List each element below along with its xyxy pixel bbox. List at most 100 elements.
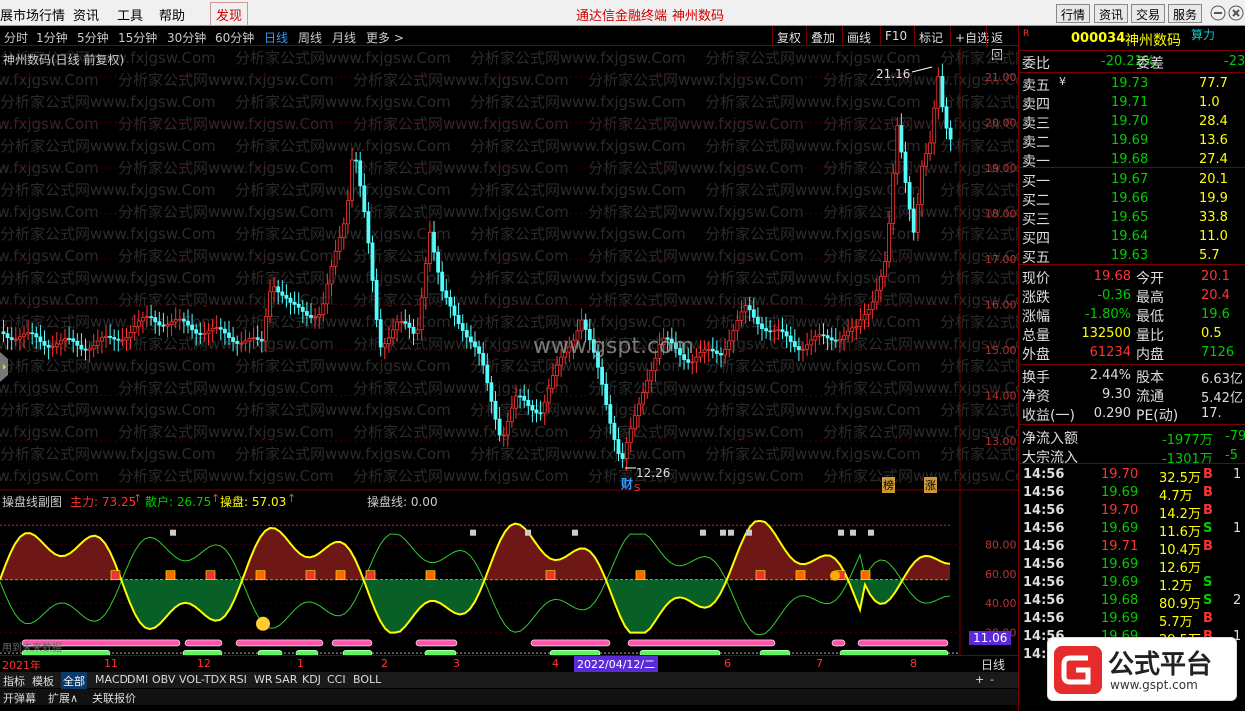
- date-month: 6: [724, 657, 731, 670]
- candle-body: [579, 319, 584, 332]
- draw-line-button[interactable]: 画线: [842, 26, 875, 46]
- restore-rights-button[interactable]: 复权: [772, 26, 805, 46]
- ask-price: 19.73: [1111, 76, 1149, 91]
- bang-marker[interactable]: 榜: [882, 477, 895, 493]
- candle-body: [788, 335, 793, 342]
- kline-chart[interactable]: 分析家公式网www.fxjgsw.Com 分析家公式网www.fxjgsw.Com…: [0, 47, 1018, 655]
- zoom-out-icon[interactable]: -: [990, 673, 994, 686]
- period-daily[interactable]: 日线: [264, 29, 288, 46]
- chart-area[interactable]: 分析家公式网www.fxjgsw.Com 分析家公式网www.fxjgsw.Com…: [0, 47, 1018, 655]
- date-month: 1: [297, 657, 304, 670]
- tab-cci[interactable]: CCI: [327, 673, 346, 686]
- menu-help[interactable]: 帮助: [159, 5, 185, 24]
- quote-value: 5.42亿: [1201, 391, 1243, 406]
- quote-label: PE(动): [1136, 408, 1179, 424]
- finance-marker[interactable]: 财: [621, 475, 633, 492]
- collapse-handle-icon[interactable]: [0, 347, 10, 387]
- bid-level-label: 买二: [1022, 193, 1050, 209]
- candle-body: [924, 153, 928, 167]
- menu-discover[interactable]: 发现: [210, 2, 249, 27]
- tab-obv[interactable]: OBV: [152, 673, 175, 686]
- zoom-in-icon[interactable]: +: [975, 673, 984, 686]
- tab-dmi[interactable]: DMI: [127, 673, 148, 686]
- signal-square: [700, 529, 706, 536]
- tick-price: 19.71: [1101, 539, 1139, 554]
- back-button[interactable]: 返回: [986, 26, 1018, 62]
- tab-sar[interactable]: SAR: [275, 673, 297, 686]
- bid-price: 19.63: [1111, 248, 1149, 263]
- price-axis-label: 17.00: [985, 253, 1017, 266]
- candle-body: [452, 305, 457, 316]
- period-1min[interactable]: 1分钟: [36, 29, 68, 46]
- tab-macd[interactable]: MACD: [95, 673, 128, 686]
- price-axis-label: 15.00: [985, 344, 1017, 357]
- menu-market[interactable]: 展市场行情: [0, 5, 65, 24]
- watermark-text: 分析家公式网www.fxjgsw.Com: [353, 203, 569, 221]
- date-axis: 2021年 11 12 1 2 3 2022/04/12/二 6 7 8 日线 …: [0, 655, 1018, 672]
- period-60min[interactable]: 60分钟: [215, 29, 254, 46]
- candle-body: [551, 375, 555, 389]
- quote-value: 19.6: [1201, 307, 1230, 322]
- quote-label: 净资: [1022, 389, 1050, 405]
- candle-body: [784, 331, 789, 337]
- nav-news-button[interactable]: 资讯: [1094, 4, 1129, 23]
- tab-boll[interactable]: BOLL: [353, 673, 381, 686]
- candle-body: [505, 421, 510, 436]
- close-icon[interactable]: [1228, 5, 1244, 21]
- tab-wr[interactable]: WR: [254, 673, 273, 686]
- candle-body: [932, 107, 937, 144]
- period-monthly[interactable]: 月线: [332, 29, 356, 46]
- candle-body: [54, 343, 59, 347]
- minimize-icon[interactable]: [1210, 5, 1226, 21]
- danmaku-button[interactable]: 开弹幕: [3, 690, 36, 706]
- candle-body: [854, 326, 859, 329]
- period-weekly[interactable]: 周线: [298, 29, 322, 46]
- tab-rsi[interactable]: RSI: [229, 673, 247, 686]
- nav-quotes-button[interactable]: 行情: [1056, 4, 1091, 23]
- nav-trade-button[interactable]: 交易: [1131, 4, 1166, 23]
- date-month: 8: [910, 657, 917, 670]
- period-30min[interactable]: 30分钟: [167, 29, 206, 46]
- indicator-name[interactable]: 操盘线副图: [2, 493, 62, 510]
- tick-volume: 11.6万: [1159, 525, 1201, 540]
- tab-template[interactable]: 模板: [32, 673, 54, 689]
- tab-kdj[interactable]: KDJ: [302, 673, 321, 686]
- candle-body: [13, 338, 18, 341]
- pink-bar: [857, 639, 949, 647]
- period-15min[interactable]: 15分钟: [118, 29, 157, 46]
- related-quote-button[interactable]: 关联报价: [92, 690, 136, 706]
- candle-body: [764, 328, 768, 332]
- tab-all[interactable]: 全部: [61, 672, 87, 690]
- tick-count: 1: [1233, 467, 1242, 482]
- tab-indicator[interactable]: 指标: [3, 673, 25, 689]
- tab-vol-tdx[interactable]: VOL-TDX: [179, 673, 227, 686]
- period-more[interactable]: 更多 >: [366, 29, 404, 46]
- signal-square: [170, 529, 176, 536]
- candle-body: [522, 395, 527, 401]
- nav-service-button[interactable]: 服务: [1168, 4, 1203, 23]
- tick-time: 14:56: [1023, 611, 1065, 626]
- quote-value: 0.290: [1093, 406, 1131, 421]
- f10-button[interactable]: F10: [880, 26, 911, 46]
- candle-body: [91, 345, 96, 350]
- menu-news[interactable]: 资讯: [73, 5, 99, 24]
- zhang-marker[interactable]: 涨: [924, 477, 937, 493]
- expand-button[interactable]: 扩展∧: [48, 690, 78, 706]
- candle-body: [145, 316, 149, 319]
- period-5min[interactable]: 5分钟: [77, 29, 109, 46]
- quote-label: 最高: [1136, 290, 1164, 306]
- menu-tools[interactable]: 工具: [117, 5, 143, 24]
- mark-button[interactable]: 标记: [914, 26, 947, 46]
- candle-body: [9, 337, 14, 340]
- stock-code: 000034: [1071, 31, 1126, 46]
- watermark-text: 分析家公式网www.fxjgsw.Com: [0, 423, 99, 441]
- candle-body: [50, 346, 55, 348]
- trend-arrow-icon: ↑: [211, 492, 220, 505]
- watermark-text: 分析家公式网www.fxjgsw.Com: [235, 49, 451, 67]
- period-timeshare[interactable]: 分时: [4, 29, 28, 46]
- candle-body: [386, 337, 391, 345]
- overlay-button[interactable]: 叠加: [806, 26, 839, 46]
- tick-side: B: [1203, 539, 1213, 554]
- period-toolbar: 分时 1分钟 5分钟 15分钟 30分钟 60分钟 日线 周线 月线 更多 > …: [0, 26, 1018, 62]
- watermark-text: 分析家公式网www.fxjgsw.Com: [940, 181, 1018, 199]
